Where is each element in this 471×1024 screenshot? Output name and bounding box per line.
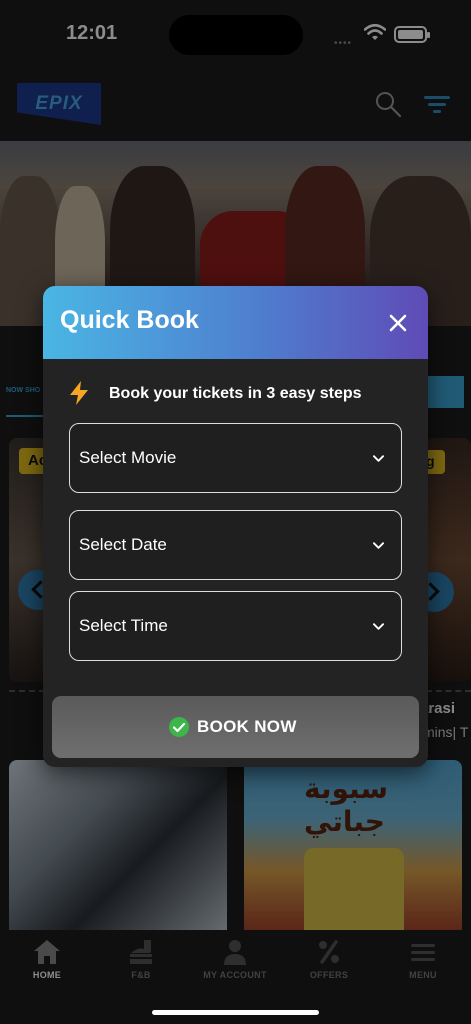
book-now-label: BOOK NOW [197, 717, 297, 736]
intro-text: Book your tickets in 3 easy steps [109, 385, 362, 402]
select-movie-label: Select Movie [79, 448, 177, 467]
quick-book-modal: Quick Book Book your tickets in 3 easy s… [43, 286, 428, 767]
modal-intro: Book your tickets in 3 easy steps [69, 381, 409, 409]
select-date-dropdown[interactable]: Select Date [69, 510, 402, 580]
lightning-icon [70, 381, 88, 405]
home-indicator[interactable] [152, 1010, 319, 1015]
modal-title: Quick Book [60, 306, 199, 334]
chevron-down-icon [373, 542, 384, 549]
select-time-label: Select Time [79, 616, 168, 635]
book-now-button[interactable]: BOOK NOW [52, 696, 419, 758]
chevron-down-icon [373, 455, 384, 462]
chevron-down-icon [373, 623, 384, 630]
modal-header: Quick Book [43, 286, 428, 359]
select-time-dropdown[interactable]: Select Time [69, 591, 402, 661]
check-circle-icon [169, 717, 189, 737]
close-icon[interactable] [385, 310, 411, 336]
select-date-label: Select Date [79, 535, 167, 554]
select-movie-dropdown[interactable]: Select Movie [69, 423, 402, 493]
